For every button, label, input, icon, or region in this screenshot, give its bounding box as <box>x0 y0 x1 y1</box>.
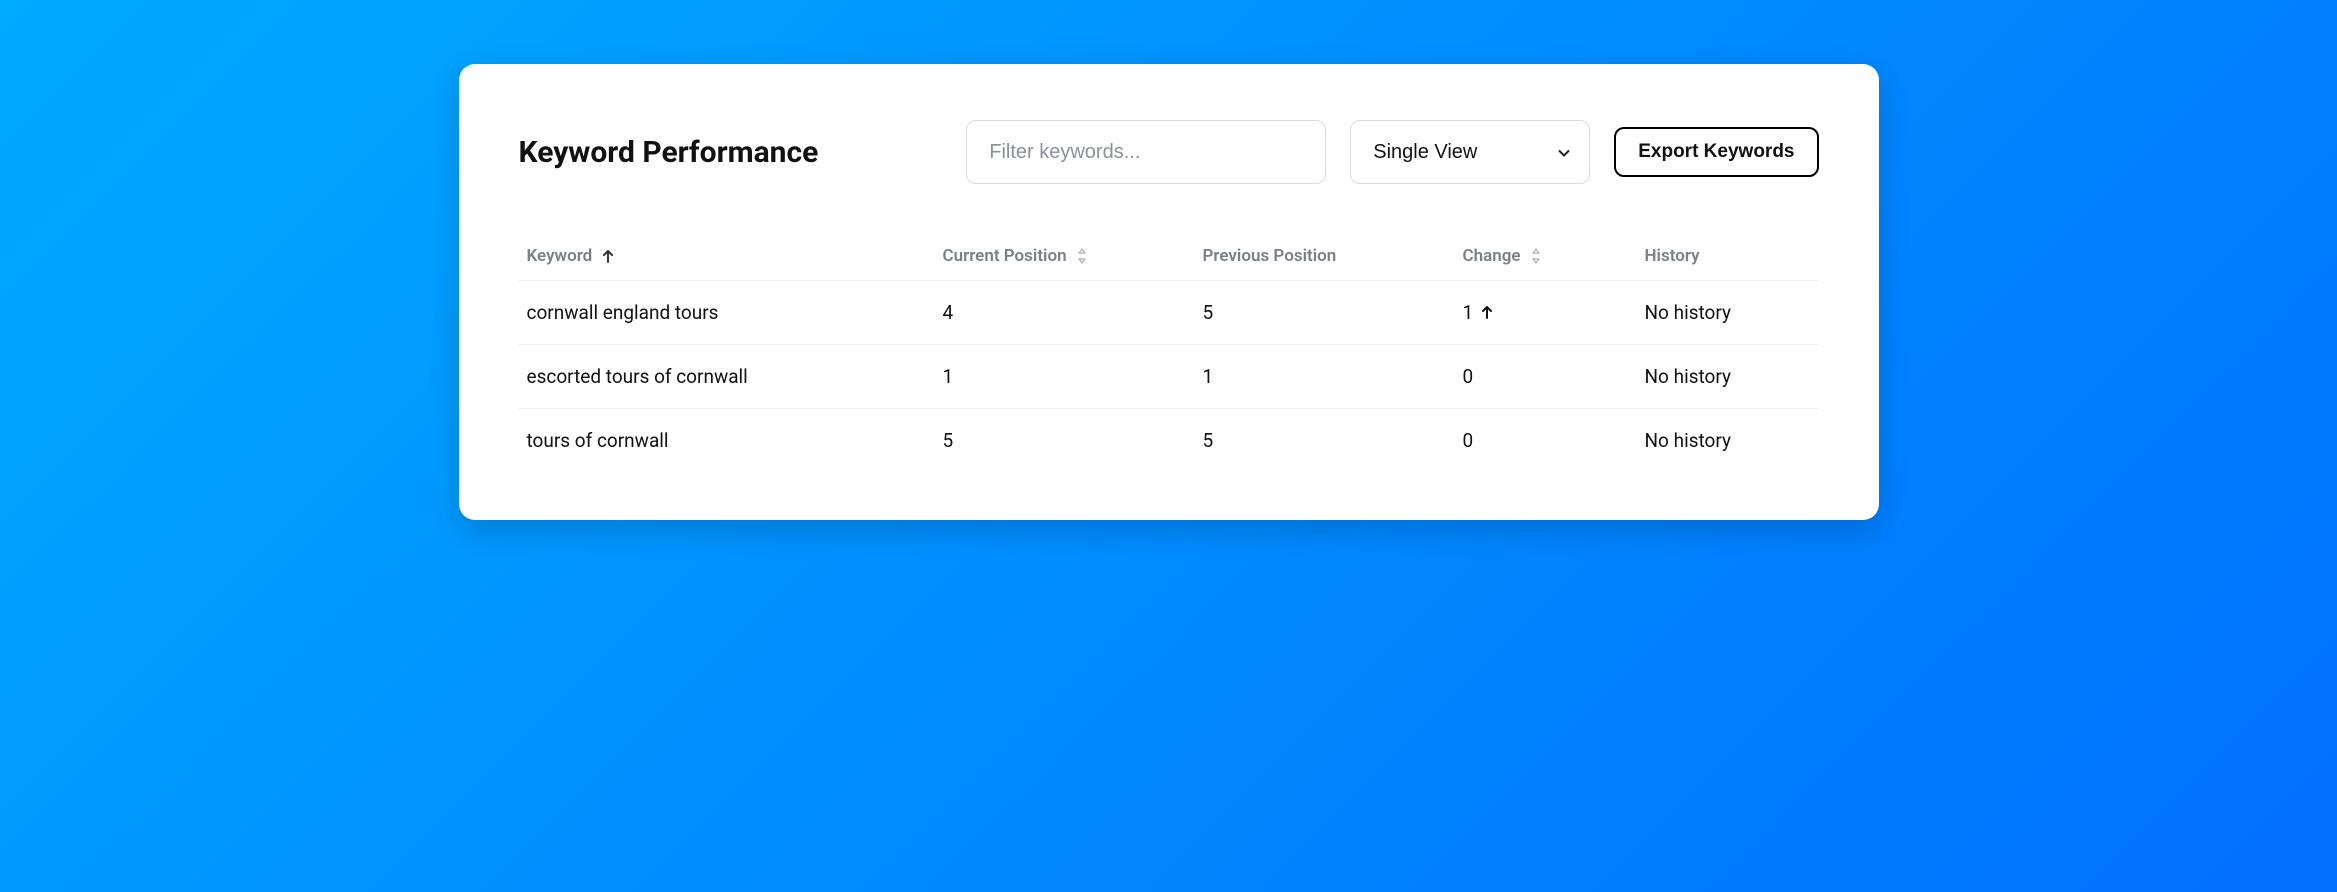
cell-current-position: 5 <box>935 409 1195 473</box>
arrow-up-icon <box>1481 301 1493 324</box>
column-label: Previous Position <box>1203 246 1337 266</box>
keyword-filter-input[interactable] <box>966 120 1326 184</box>
cell-current-position: 1 <box>935 345 1195 409</box>
cell-keyword: cornwall england tours <box>519 281 935 345</box>
view-select[interactable]: Single View <box>1350 120 1590 184</box>
cell-change: 1 <box>1455 281 1637 345</box>
column-label: Current Position <box>943 246 1067 266</box>
table-row: escorted tours of cornwall110No history <box>519 345 1819 409</box>
table-row: tours of cornwall550No history <box>519 409 1819 473</box>
column-label: History <box>1645 246 1700 266</box>
cell-previous-position: 1 <box>1195 345 1455 409</box>
keyword-table: Keyword Current Position <box>519 232 1819 472</box>
keyword-performance-panel: Keyword Performance Single View Export K… <box>459 64 1879 520</box>
export-keywords-button[interactable]: Export Keywords <box>1614 127 1818 177</box>
cell-previous-position: 5 <box>1195 409 1455 473</box>
column-header-keyword[interactable]: Keyword <box>519 232 935 281</box>
column-header-current-position[interactable]: Current Position <box>935 232 1195 281</box>
column-label: Change <box>1463 246 1521 266</box>
table-row: cornwall england tours451No history <box>519 281 1819 345</box>
cell-history: No history <box>1637 281 1819 345</box>
cell-keyword: tours of cornwall <box>519 409 935 473</box>
cell-history: No history <box>1637 409 1819 473</box>
panel-header: Keyword Performance Single View Export K… <box>519 120 1819 184</box>
column-label: Keyword <box>527 246 593 266</box>
cell-previous-position: 5 <box>1195 281 1455 345</box>
column-header-previous-position[interactable]: Previous Position <box>1195 232 1455 281</box>
cell-change: 0 <box>1455 345 1637 409</box>
sort-updown-icon <box>1077 248 1087 264</box>
cell-current-position: 4 <box>935 281 1195 345</box>
view-select-wrapper: Single View <box>1350 120 1590 184</box>
arrow-up-icon <box>602 249 614 263</box>
column-header-history: History <box>1637 232 1819 281</box>
column-header-change[interactable]: Change <box>1455 232 1637 281</box>
cell-history: No history <box>1637 345 1819 409</box>
page-title: Keyword Performance <box>519 135 943 170</box>
cell-change: 0 <box>1455 409 1637 473</box>
cell-keyword: escorted tours of cornwall <box>519 345 935 409</box>
sort-updown-icon <box>1531 248 1541 264</box>
